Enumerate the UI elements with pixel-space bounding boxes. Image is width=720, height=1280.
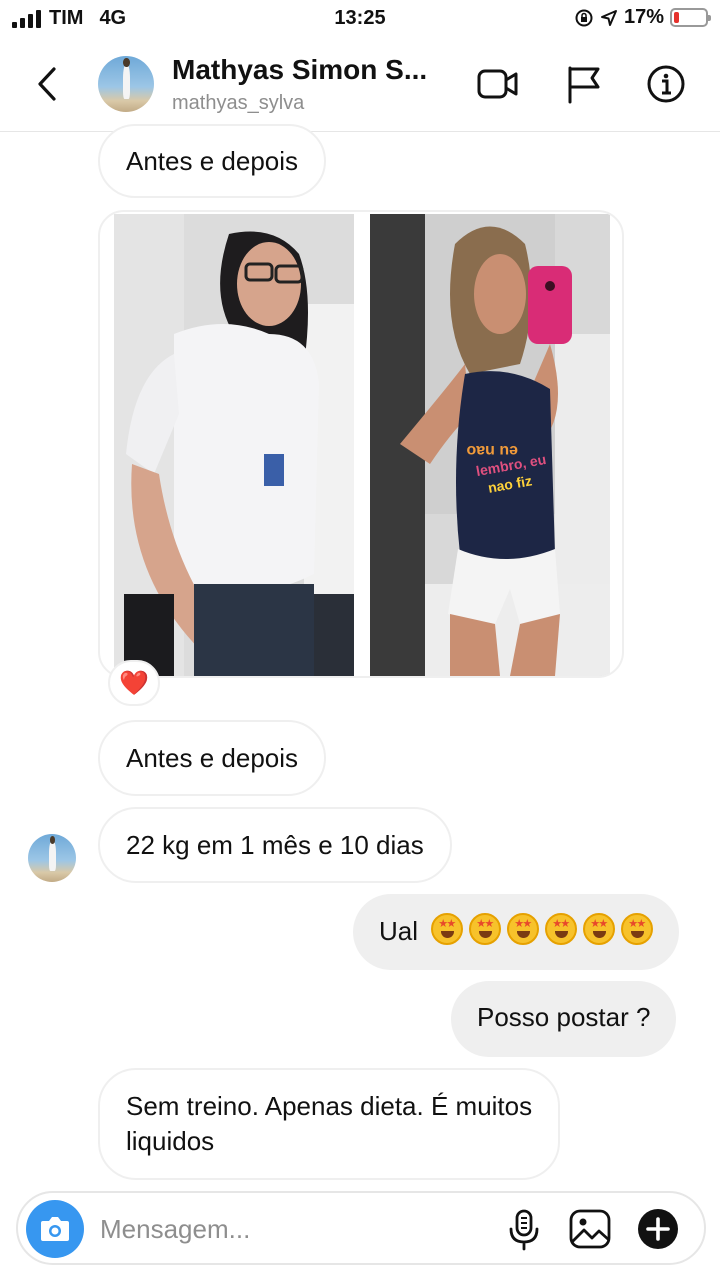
video-camera-icon[interactable]	[476, 64, 520, 104]
message-input[interactable]	[100, 1209, 400, 1249]
contact-username: mathyas_sylva	[172, 92, 305, 114]
star-struck-emoji	[469, 913, 502, 945]
message-text-line-1: Sem treino. Apenas dieta. É muitos	[126, 1091, 533, 1121]
battery-fill	[674, 12, 680, 23]
after-photo-illustration: eu nao lembro, eu nao fiz	[370, 214, 610, 676]
message-composer	[16, 1191, 706, 1265]
message-text-line-2: liquidos	[126, 1126, 215, 1156]
sender-avatar[interactable]	[28, 834, 76, 882]
reaction-emoji: ❤️	[119, 669, 149, 697]
message-text: Ual	[379, 916, 419, 946]
message-text: Antes e depois	[126, 743, 299, 773]
message-incoming[interactable]: Antes e depois	[98, 720, 327, 796]
star-struck-emoji	[431, 913, 464, 945]
photo-divider	[354, 212, 370, 676]
star-struck-emoji	[507, 913, 540, 945]
before-photo[interactable]	[114, 214, 354, 676]
message-text: 22 kg em 1 mês e 10 dias	[126, 830, 424, 860]
chat-header: Mathyas Simon S... mathyas_sylva	[0, 38, 720, 132]
image-icon[interactable]	[568, 1207, 612, 1251]
before-photo-illustration	[114, 214, 354, 676]
heart-icon[interactable]: ❤️	[108, 660, 160, 706]
after-photo[interactable]: eu nao lembro, eu nao fiz	[370, 214, 610, 676]
orientation-lock-icon	[575, 9, 593, 26]
status-right: 17%	[574, 6, 711, 29]
message-photo[interactable]: eu nao lembro, eu nao fiz	[98, 210, 624, 678]
plus-circle-icon[interactable]	[636, 1207, 680, 1251]
microphone-icon[interactable]	[502, 1207, 546, 1251]
star-struck-emoji	[621, 913, 654, 945]
star-struck-emoji	[583, 913, 616, 945]
battery-percent: 17%	[623, 6, 664, 28]
battery-icon	[670, 8, 711, 27]
message-incoming[interactable]: Antes e depois	[98, 124, 327, 198]
message-text: Posso postar ?	[477, 1002, 651, 1032]
avatar[interactable]	[98, 56, 154, 112]
message-text: Antes e depois	[126, 146, 299, 176]
star-struck-emoji	[545, 913, 578, 945]
message-outgoing[interactable]: Ual	[353, 894, 680, 970]
message-outgoing[interactable]: Posso postar ?	[451, 981, 677, 1057]
camera-button[interactable]	[26, 1200, 84, 1258]
location-arrow-icon	[600, 9, 617, 26]
info-icon[interactable]	[644, 64, 688, 104]
contact-name[interactable]: Mathyas Simon S...	[172, 54, 462, 86]
chevron-left-icon[interactable]	[30, 64, 66, 104]
camera-icon	[41, 1217, 69, 1241]
message-incoming[interactable]: 22 kg em 1 mês e 10 dias	[98, 807, 452, 883]
message-incoming[interactable]: Sem treino. Apenas dieta. É muitos liqui…	[98, 1068, 561, 1180]
flag-icon[interactable]	[562, 64, 606, 104]
status-bar: TIM 4G 13:25 17%	[0, 0, 720, 38]
